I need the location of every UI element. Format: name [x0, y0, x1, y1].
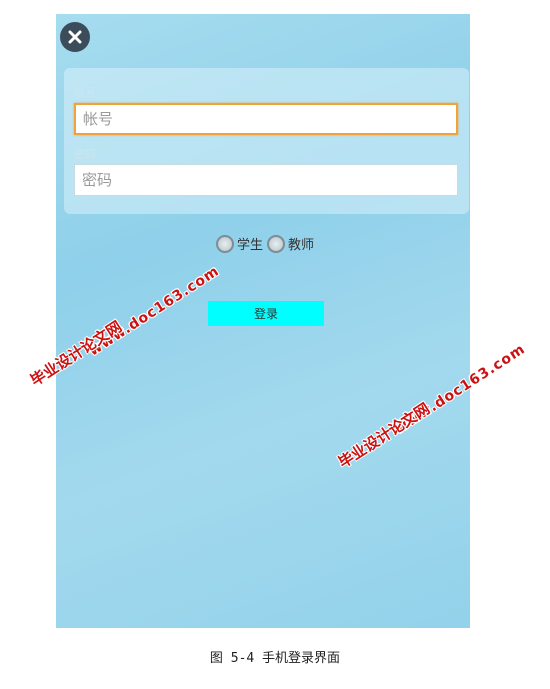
role-radio-teacher[interactable] [267, 234, 286, 253]
login-form-panel: 帐号 密码 [64, 68, 469, 214]
close-button[interactable] [60, 22, 90, 52]
role-selector: 学生 教师 [216, 234, 318, 253]
account-label: 帐号 [74, 86, 96, 99]
password-input[interactable] [74, 164, 458, 196]
role-label-student: 学生 [237, 238, 264, 253]
account-input[interactable] [74, 103, 458, 135]
password-label: 密码 [74, 148, 96, 161]
figure-caption: 图 5-4 手机登录界面 [209, 651, 341, 666]
role-radio-student[interactable] [216, 234, 234, 253]
role-label-teacher: 教师 [288, 238, 315, 253]
close-icon [68, 30, 82, 44]
login-button[interactable]: 登录 [208, 301, 324, 326]
